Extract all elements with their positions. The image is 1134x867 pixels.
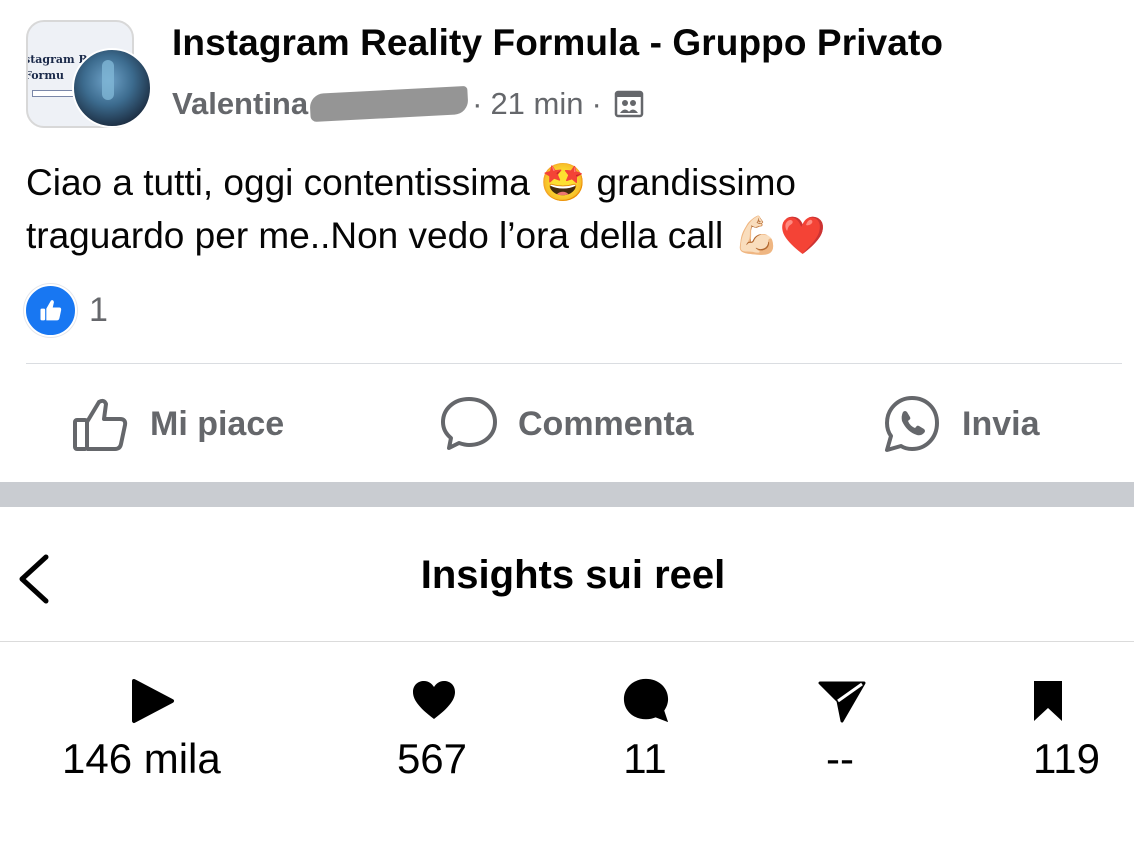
meta-separator: · — [591, 86, 602, 121]
send-arrow-icon — [818, 677, 866, 725]
header-divider — [0, 641, 1134, 642]
like-button[interactable]: Mi piace — [72, 388, 284, 460]
comment-button[interactable]: Commenta — [440, 388, 694, 460]
shares-count: -- — [826, 735, 854, 782]
author-avatar[interactable] — [72, 48, 152, 128]
whatsapp-icon — [885, 396, 939, 452]
thumbs-up-icon — [73, 398, 128, 451]
post-time[interactable]: 21 min — [490, 86, 583, 122]
like-label: Mi piace — [150, 404, 285, 443]
post-actions: Mi piace Commenta Invia — [0, 388, 1134, 460]
post-meta: Valentina · 21 min · — [172, 84, 644, 124]
reaction-count: 1 — [89, 291, 108, 329]
heart-icon — [410, 677, 458, 725]
likes-count: 567 — [396, 735, 468, 782]
page-title: Insights sui reel — [420, 553, 726, 597]
section-separator — [0, 482, 1134, 507]
post-text-line: Ciao a tutti, oggi contentissima 🤩 grand… — [26, 162, 796, 203]
comment-bubble-icon — [622, 677, 670, 725]
send-button[interactable]: Invia — [882, 388, 1039, 460]
group-name[interactable]: Instagram Reality Formula - Gruppo Priva… — [172, 22, 943, 64]
like-icon — [24, 284, 77, 337]
comment-icon — [441, 397, 497, 450]
meta-separator: · — [472, 86, 483, 121]
redacted-surname — [309, 85, 469, 123]
bookmark-icon — [1024, 677, 1072, 725]
post-text: Ciao a tutti, oggi contentissima 🤩 grand… — [26, 156, 1106, 262]
post-text-line: traguardo per me..Non vedo l’ora della c… — [26, 215, 826, 256]
members-group-icon — [614, 89, 644, 119]
facebook-group-post: stagram Re Formu Instagram Reality Formu… — [0, 0, 1134, 482]
saves-count: 119 — [1033, 735, 1100, 782]
post-divider — [26, 363, 1122, 364]
reel-insights-panel: Insights sui reel 146 mila 567 11 -- 119 — [0, 507, 1134, 867]
send-label: Invia — [962, 404, 1040, 443]
reactions-summary[interactable]: 1 — [24, 284, 108, 337]
comment-label: Commenta — [518, 404, 694, 443]
play-icon — [128, 677, 176, 725]
author-name[interactable]: Valentina — [172, 86, 308, 122]
views-count: 146 mila — [62, 735, 221, 782]
comments-count: 11 — [623, 735, 667, 782]
